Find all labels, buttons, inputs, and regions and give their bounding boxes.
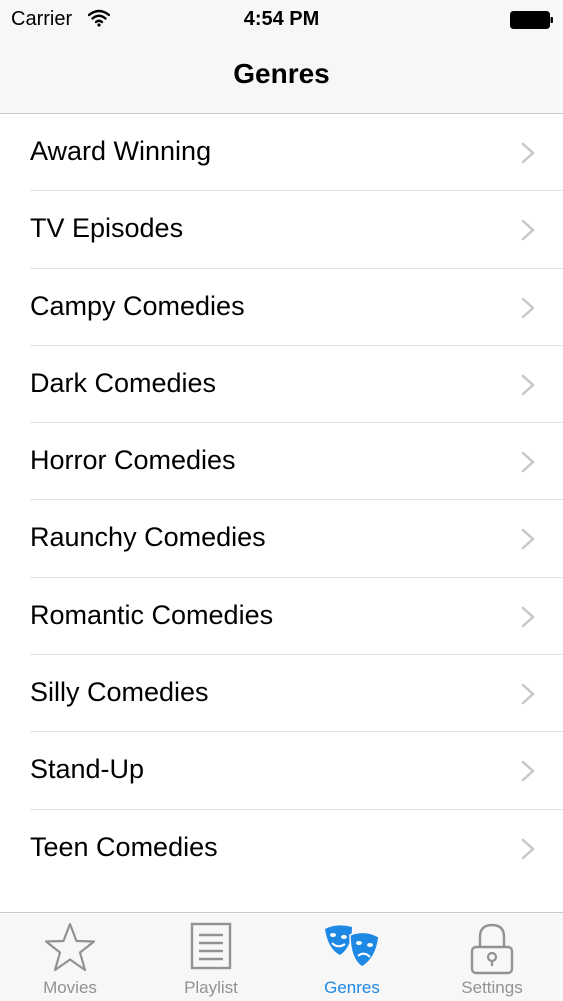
- tab-genres[interactable]: Genres: [282, 913, 422, 1001]
- genre-label: Teen Comedies: [30, 831, 218, 862]
- tab-movies-label: Movies: [43, 978, 97, 997]
- tab-genres-label: Genres: [324, 978, 380, 997]
- genre-row-stand-up[interactable]: Stand-Up: [0, 732, 563, 810]
- tab-playlist-label: Playlist: [184, 978, 238, 997]
- status-time: 4:54 PM: [243, 8, 320, 30]
- tab-settings[interactable]: Settings: [422, 913, 562, 1001]
- battery-icon: [510, 11, 553, 29]
- genre-row-romantic-comedies[interactable]: Romantic Comedies: [0, 577, 563, 656]
- genre-row-tv-episodes[interactable]: TV Episodes: [0, 191, 563, 269]
- chevron-right-icon: [521, 761, 535, 782]
- genre-label: Raunchy Comedies: [30, 522, 266, 553]
- genre-label: Stand-Up: [30, 754, 145, 785]
- star-icon: [44, 922, 96, 972]
- genre-row-raunchy-comedies[interactable]: Raunchy Comedies: [0, 500, 563, 579]
- genre-label: Campy Comedies: [30, 290, 245, 321]
- status-bar: Carrier 4:54 PM: [0, 0, 563, 38]
- chevron-right-icon: [521, 220, 535, 241]
- chevron-right-icon: [521, 142, 535, 164]
- genre-label: Award Winning: [30, 136, 212, 166]
- tab-settings-label: Settings: [461, 978, 523, 997]
- genre-row-horror-comedies[interactable]: Horror Comedies: [0, 423, 563, 501]
- genre-row-dark-comedies[interactable]: Dark Comedies: [0, 345, 563, 424]
- chevron-right-icon: [521, 374, 535, 396]
- chevron-right-icon: [521, 683, 535, 705]
- chevron-right-icon: [521, 606, 535, 628]
- tab-movies[interactable]: Movies: [0, 913, 140, 1001]
- chevron-right-icon: [521, 451, 535, 473]
- genre-label: Horror Comedies: [30, 445, 236, 476]
- genre-label: Dark Comedies: [30, 367, 217, 398]
- genre-list: Award Winning TV Episodes Campy Comedies…: [0, 114, 563, 887]
- chevron-right-icon: [521, 838, 535, 859]
- genre-row-teen-comedies[interactable]: Teen Comedies: [0, 809, 563, 887]
- genre-row-campy-comedies[interactable]: Campy Comedies: [0, 268, 563, 347]
- navigation-bar: Genres: [0, 38, 563, 114]
- tab-bar: Movies Playlist Genres Settings: [0, 912, 563, 1001]
- page-title: Genres: [233, 58, 330, 89]
- chevron-right-icon: [521, 297, 535, 318]
- theater-masks-icon: [325, 925, 380, 968]
- genre-row-silly-comedies[interactable]: Silly Comedies: [0, 655, 563, 733]
- genre-row-award-winning[interactable]: Award Winning: [0, 114, 563, 192]
- list-icon: [190, 922, 232, 970]
- tab-playlist[interactable]: Playlist: [141, 913, 281, 1001]
- genre-label: Romantic Comedies: [30, 599, 274, 630]
- genre-label: TV Episodes: [30, 213, 184, 244]
- genre-label: Silly Comedies: [30, 677, 209, 708]
- lock-icon: [470, 923, 514, 975]
- chevron-right-icon: [521, 529, 535, 550]
